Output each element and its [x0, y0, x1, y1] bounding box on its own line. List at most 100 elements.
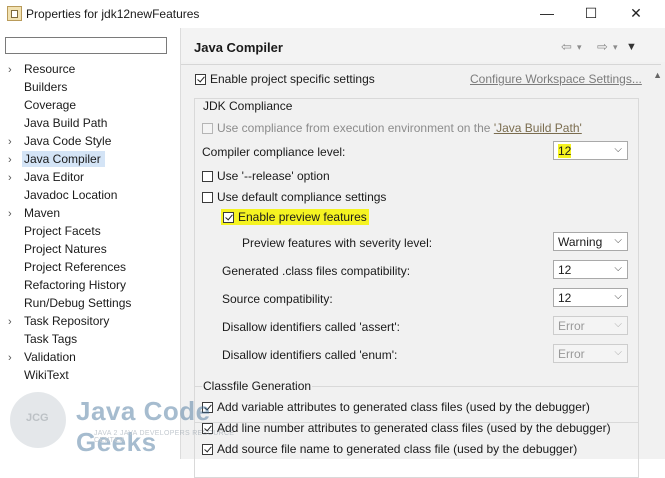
generated-compat-value: 12	[558, 263, 572, 277]
sidebar-item-validation[interactable]: › Validation	[8, 349, 76, 366]
title-bar: Properties for jdk12newFeatures — ☐ ✕	[0, 0, 665, 28]
use-default-compliance-label: Use default compliance settings	[217, 190, 387, 204]
chevron-down-icon: ⌵	[614, 263, 622, 274]
use-default-compliance-row[interactable]: Use default compliance settings	[202, 189, 386, 205]
sidebar-item-coverage[interactable]: Coverage	[8, 97, 76, 114]
use-release-checkbox[interactable]	[202, 171, 213, 182]
forward-arrow-icon[interactable]: ⇨	[597, 39, 608, 55]
disallow-assert-select: Error ⌵	[553, 316, 628, 335]
enable-preview-checkbox[interactable]	[223, 212, 234, 223]
source-compat-select[interactable]: 12 ⌵	[553, 288, 628, 307]
sidebar-item-label: Java Build Path	[24, 116, 108, 130]
compliance-level-select[interactable]: 12 ⌵	[553, 141, 628, 160]
sidebar-item-label: Run/Debug Settings	[24, 296, 132, 310]
source-compat-label: Source compatibility:	[222, 292, 333, 306]
sidebar-item-java-build-path[interactable]: Java Build Path	[8, 115, 107, 132]
sidebar-item-task-tags[interactable]: Task Tags	[8, 331, 77, 348]
chevron-down-icon: ⌵	[614, 235, 622, 246]
sidebar-item-java-compiler[interactable]: › Java Compiler	[8, 151, 105, 168]
add-source-checkbox[interactable]	[202, 444, 213, 455]
sidebar-item-label: Coverage	[24, 98, 77, 112]
sidebar-item-maven[interactable]: › Maven	[8, 205, 60, 222]
close-button[interactable]: ✕	[614, 2, 658, 24]
disallow-enum-label: Disallow identifiers called 'enum':	[222, 348, 398, 362]
vertical-scrollbar[interactable]: ▲	[651, 66, 665, 459]
sidebar-item-run-debug-settings[interactable]: Run/Debug Settings	[8, 295, 131, 312]
add-line-row[interactable]: Add line number attributes to generated …	[202, 420, 611, 436]
enable-project-settings-checkbox[interactable]	[195, 74, 206, 85]
chevron-right-icon[interactable]: ›	[8, 314, 24, 331]
sidebar-item-project-references[interactable]: Project References	[8, 259, 126, 276]
sidebar-item-label: Javadoc Location	[24, 188, 118, 202]
minimize-button[interactable]: —	[525, 2, 569, 24]
back-dropdown-icon[interactable]: ▾	[577, 42, 582, 53]
page-header: Java Compiler ⇦ ▾ ⇨ ▾ ▼	[181, 28, 665, 62]
window-title: Properties for jdk12newFeatures	[26, 7, 200, 21]
disallow-assert-label: Disallow identifiers called 'assert':	[222, 320, 400, 334]
compliance-level-value: 12	[558, 144, 572, 158]
sidebar-item-label: Project Natures	[24, 242, 107, 256]
sidebar-item-resource[interactable]: › Resource	[8, 61, 75, 78]
compiler-settings: Enable project specific settings Configu…	[181, 66, 665, 478]
use-default-compliance-checkbox[interactable]	[202, 192, 213, 203]
sidebar: › Resource Builders Coverage Java Build Path…	[0, 28, 181, 459]
sidebar-item-label: Maven	[24, 206, 61, 220]
sidebar-item-wikitext[interactable]: WikiText	[8, 367, 69, 384]
sidebar-item-label: Java Compiler	[22, 151, 105, 167]
preview-severity-label: Preview features with severity level:	[242, 236, 433, 250]
sidebar-item-java-code-style[interactable]: › Java Code Style	[8, 133, 111, 150]
view-menu-icon[interactable]: ▼	[626, 41, 637, 53]
add-line-checkbox[interactable]	[202, 423, 213, 434]
sidebar-item-label: Builders	[24, 80, 68, 94]
filter-field[interactable]	[5, 37, 167, 54]
chevron-right-icon[interactable]: ›	[8, 62, 24, 79]
use-compliance-label: Use compliance from execution environmen…	[217, 121, 494, 135]
chevron-right-icon[interactable]: ›	[8, 350, 24, 367]
chevron-down-icon: ⌵	[614, 347, 622, 358]
add-source-label: Add source file name to generated class …	[217, 442, 578, 456]
configure-workspace-link[interactable]: Configure Workspace Settings...	[470, 71, 642, 87]
sidebar-item-java-editor[interactable]: › Java Editor	[8, 169, 84, 186]
enable-preview-highlight: Enable preview features	[221, 209, 369, 225]
add-source-row[interactable]: Add source file name to generated class …	[202, 441, 577, 457]
use-compliance-checkbox	[202, 123, 213, 134]
add-line-label: Add line number attributes to generated …	[217, 421, 611, 435]
add-variable-row[interactable]: Add variable attributes to generated cla…	[202, 399, 590, 415]
compliance-level-label: Compiler compliance level:	[202, 145, 346, 159]
source-compat-value: 12	[558, 291, 572, 305]
filter-input[interactable]	[9, 39, 159, 53]
sidebar-item-label: Project Facets	[24, 224, 101, 238]
add-variable-label: Add variable attributes to generated cla…	[217, 400, 590, 414]
forward-dropdown-icon[interactable]: ▾	[613, 42, 618, 53]
sidebar-item-label: Validation	[24, 350, 76, 364]
chevron-right-icon[interactable]: ›	[8, 170, 24, 187]
enable-project-settings-row[interactable]: Enable project specific settings	[195, 71, 375, 87]
sidebar-item-label: WikiText	[24, 368, 69, 382]
add-variable-checkbox[interactable]	[202, 402, 213, 413]
java-build-path-link[interactable]: 'Java Build Path'	[494, 121, 582, 135]
sidebar-item-label: Java Code Style	[24, 134, 112, 148]
sidebar-item-javadoc-location[interactable]: Javadoc Location	[8, 187, 117, 204]
sidebar-item-project-natures[interactable]: Project Natures	[8, 241, 107, 258]
maximize-button[interactable]: ☐	[569, 2, 613, 24]
chevron-right-icon[interactable]: ›	[8, 134, 24, 151]
disallow-enum-value: Error	[558, 347, 585, 361]
generated-compat-select[interactable]: 12 ⌵	[553, 260, 628, 279]
preview-severity-select[interactable]: Warning ⌵	[553, 232, 628, 251]
scroll-up-icon[interactable]: ▲	[653, 70, 662, 80]
sidebar-item-refactoring-history[interactable]: Refactoring History	[8, 277, 126, 294]
chevron-right-icon[interactable]: ›	[8, 206, 24, 223]
sidebar-item-builders[interactable]: Builders	[8, 79, 67, 96]
classfile-generation-heading: Classfile Generation	[202, 379, 313, 393]
back-arrow-icon[interactable]: ⇦	[561, 39, 572, 55]
generated-compat-label: Generated .class files compatibility:	[222, 264, 411, 278]
enable-preview-label: Enable preview features	[238, 210, 367, 224]
use-release-row[interactable]: Use '--release' option	[202, 168, 330, 184]
sidebar-item-label: Resource	[24, 62, 76, 76]
jdk-compliance-heading: JDK Compliance	[202, 99, 294, 113]
sidebar-item-project-facets[interactable]: Project Facets	[8, 223, 101, 240]
enable-preview-row[interactable]: Enable preview features	[221, 209, 369, 225]
page-title: Java Compiler	[194, 40, 283, 55]
disallow-assert-value: Error	[558, 319, 585, 333]
sidebar-item-task-repository[interactable]: › Task Repository	[8, 313, 109, 330]
